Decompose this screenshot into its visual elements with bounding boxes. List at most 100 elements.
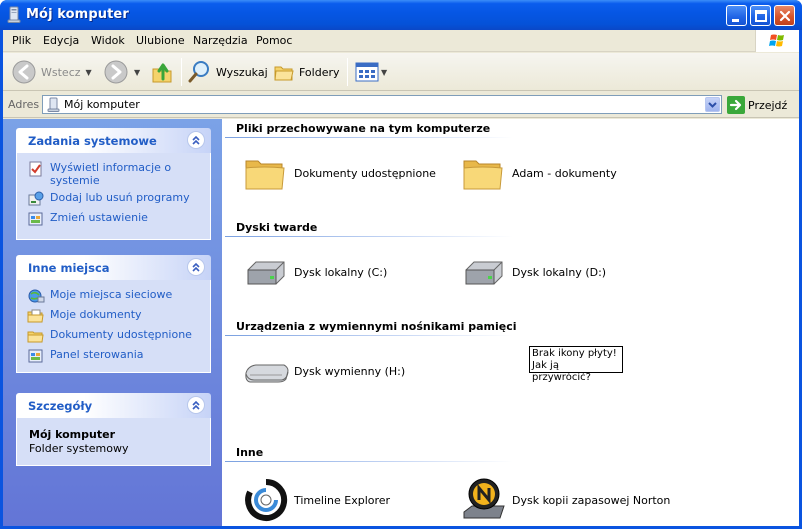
menu-edit[interactable]: Edycja	[43, 34, 79, 47]
maximize-icon	[755, 10, 767, 22]
go-button[interactable]: Przejdź	[727, 95, 787, 115]
forward-arrow-icon	[104, 60, 128, 84]
task-label: Panel sterowania	[50, 348, 144, 361]
group-stored-files: Pliki przechowywane na tym komputerze	[236, 122, 491, 135]
menu-bar: Plik Edycja Widok Ulubione Narzędzia Pom…	[3, 30, 799, 52]
folders-label: Foldery	[299, 65, 340, 79]
place-network[interactable]: Moje miejsca sieciowe	[27, 288, 204, 304]
item-timeline-explorer[interactable]: Timeline Explorer	[242, 476, 390, 524]
add-remove-programs-icon	[28, 191, 44, 206]
windows-flag-icon	[769, 34, 784, 47]
maximize-button[interactable]	[750, 5, 771, 26]
annotation-note: Brak ikony płyty! Jak ją przywrócić?	[529, 346, 623, 383]
chevron-up-icon	[192, 400, 200, 410]
task-change-setting[interactable]: Zmień ustawienie	[27, 211, 204, 227]
collapse-button[interactable]	[187, 131, 205, 149]
computer-icon	[7, 6, 21, 23]
back-arrow-icon	[12, 60, 36, 84]
group-divider	[225, 335, 513, 336]
views-icon	[355, 62, 379, 82]
title-bar[interactable]: Mój komputer	[0, 0, 802, 30]
group-hard-drives: Dyski twarde	[236, 221, 318, 234]
content-area: Pliki przechowywane na tym komputerze Do…	[222, 119, 799, 526]
item-label: Dysk kopii zapasowej Norton	[512, 493, 671, 507]
minimize-button[interactable]	[726, 5, 747, 26]
place-control-panel[interactable]: Panel sterowania	[27, 348, 204, 364]
menu-tools[interactable]: Narzędzia	[193, 34, 248, 47]
place-my-documents[interactable]: Moje dokumenty	[27, 308, 204, 324]
group-divider	[225, 461, 513, 462]
my-documents-icon	[27, 309, 44, 323]
folders-button[interactable]: Foldery	[273, 59, 340, 85]
item-norton-backup-drive[interactable]: Dysk kopii zapasowej Norton	[460, 476, 670, 524]
collapse-button[interactable]	[187, 396, 205, 414]
timeline-explorer-icon	[245, 478, 288, 521]
folder-icon	[245, 160, 285, 190]
search-icon	[188, 61, 209, 83]
item-label: Dysk lokalny (D:)	[512, 265, 607, 279]
item-local-disk-d[interactable]: Dysk lokalny (D:)	[460, 248, 606, 296]
details-body: Mój komputer Folder systemowy	[16, 418, 211, 466]
task-label: Zmień ustawienie	[50, 211, 148, 224]
item-shared-documents[interactable]: Dokumenty udostępnione	[242, 149, 436, 197]
folders-icon	[274, 66, 294, 81]
item-label: Adam - dokumenty	[512, 166, 617, 180]
control-panel-icon	[28, 212, 43, 226]
up-folder-button[interactable]	[151, 59, 175, 85]
minimize-icon	[732, 19, 739, 22]
task-label: Wyświetl informacje o systemie	[50, 161, 172, 187]
address-label: Adres	[8, 98, 40, 111]
network-places-icon	[28, 289, 45, 303]
search-button[interactable]: Wyszukaj	[188, 59, 268, 85]
menu-view[interactable]: Widok	[91, 34, 125, 47]
group-other: Inne	[236, 446, 264, 459]
item-local-disk-c[interactable]: Dysk lokalny (C:)	[242, 248, 387, 296]
menu-help[interactable]: Pomoc	[256, 34, 292, 47]
details-header[interactable]: Szczegóły	[16, 393, 211, 418]
system-tasks-title: Zadania systemowe	[28, 134, 157, 148]
windows-logo	[755, 30, 799, 52]
item-removable-disk-h[interactable]: Dysk wymienny (H:)	[242, 347, 405, 395]
item-adam-documents[interactable]: Adam - dokumenty	[460, 149, 617, 197]
menu-file[interactable]: Plik	[12, 34, 31, 47]
menu-favorites[interactable]: Ulubione	[136, 34, 185, 47]
go-arrow-icon	[727, 96, 745, 114]
item-label: Timeline Explorer	[294, 493, 391, 507]
forward-button[interactable]: ▼	[103, 59, 140, 85]
window-title: Mój komputer	[26, 7, 129, 22]
control-panel-icon	[28, 349, 43, 363]
details-name: Mój komputer	[29, 428, 115, 441]
annotation-line-2: Jak ją przywrócić?	[532, 360, 591, 383]
views-button[interactable]: ▼	[355, 59, 387, 85]
annotation-line-1: Brak ikony płyty!	[532, 348, 617, 359]
address-dropdown-button[interactable]	[705, 97, 720, 112]
task-system-info[interactable]: Wyświetl informacje o systemie	[27, 161, 204, 187]
other-places-header[interactable]: Inne miejsca	[16, 255, 211, 280]
folder-icon	[463, 160, 503, 190]
group-divider	[225, 236, 513, 237]
hard-drive-icon	[465, 261, 503, 285]
collapse-button[interactable]	[187, 258, 205, 276]
removable-disk-icon	[245, 364, 289, 383]
forward-dropdown-icon[interactable]: ▼	[134, 68, 140, 77]
standard-toolbar: Wstecz ▼ ▼ Wyszukaj Foldery ▼	[3, 53, 799, 91]
group-removable-storage: Urządzenia z wymiennymi nośnikami pamięc…	[236, 320, 517, 333]
other-places-body: Moje miejsca sieciowe Moje dokumenty Dok…	[16, 280, 211, 373]
task-add-remove-programs[interactable]: Dodaj lub usuń programy	[27, 191, 204, 207]
system-tasks-header[interactable]: Zadania systemowe	[16, 128, 211, 153]
back-button[interactable]: Wstecz ▼	[11, 59, 92, 85]
other-places-panel: Inne miejsca Moje miejsca sieciowe Moje …	[16, 255, 211, 373]
back-dropdown-icon[interactable]: ▼	[86, 68, 92, 77]
up-folder-icon	[152, 63, 172, 83]
other-places-title: Inne miejsca	[28, 261, 110, 275]
details-title: Szczegóły	[28, 399, 93, 413]
chevron-down-icon	[708, 102, 717, 108]
task-pane: Zadania systemowe Wyświetl informacje o …	[3, 119, 222, 526]
views-dropdown-icon[interactable]: ▼	[381, 68, 387, 77]
address-input[interactable]: Mój komputer	[42, 95, 722, 114]
place-shared-documents[interactable]: Dokumenty udostępnione	[27, 328, 204, 344]
norton-backup-icon	[463, 478, 505, 519]
toolbar-separator	[181, 58, 182, 86]
close-button[interactable]	[774, 5, 795, 26]
go-label: Przejdź	[748, 98, 788, 112]
